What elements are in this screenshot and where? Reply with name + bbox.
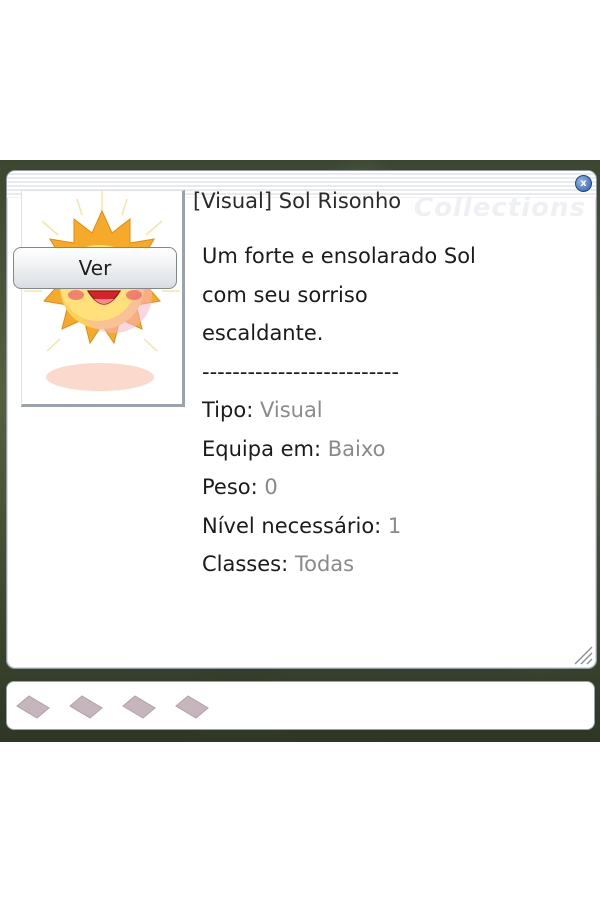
attribute-label: Peso: — [202, 475, 265, 499]
description-line: Um forte e ensolarado Sol — [202, 244, 476, 268]
attribute-label: Equipa em: — [202, 436, 328, 461]
attribute-value: Visual — [259, 398, 323, 422]
card-slot-icon[interactable] — [15, 694, 50, 720]
item-info-window: Collections x [Visual] Sol Risonho Um fo… — [6, 170, 597, 669]
attribute-label: Nível necessário: — [202, 513, 388, 538]
attribute-equip-slot: Equipa em: Baixo — [202, 430, 572, 469]
attribute-label: Tipo: — [202, 398, 260, 422]
card-slots-bar — [6, 681, 595, 730]
attribute-weight: Peso: 0 — [202, 468, 572, 507]
card-slot-icon[interactable] — [68, 694, 103, 720]
attribute-value: Baixo — [327, 436, 386, 461]
close-icon[interactable]: x — [575, 175, 592, 192]
attribute-value: Todas — [294, 552, 355, 576]
description-separator: -------------------------- — [202, 359, 400, 384]
attribute-type: Tipo: Visual — [202, 391, 572, 430]
item-preview-image — [21, 190, 185, 407]
card-slot-icon[interactable] — [174, 694, 209, 720]
attribute-value: 0 — [264, 475, 278, 499]
description-line: escaldante. — [202, 321, 324, 345]
view-button[interactable]: Ver — [13, 247, 177, 289]
description-line: com seu sorriso — [202, 282, 368, 307]
attribute-required-level: Nível necessário: 1 — [202, 507, 572, 546]
attribute-classes: Classes: Todas — [202, 545, 572, 584]
card-slot-icon[interactable] — [121, 694, 156, 720]
item-title: [Visual] Sol Risonho — [193, 189, 402, 213]
attribute-label: Classes: — [202, 552, 295, 576]
attribute-value: 1 — [387, 513, 402, 538]
collections-watermark: Collections — [413, 193, 586, 223]
smiling-sun-icon — [24, 191, 180, 391]
resize-grip-icon[interactable] — [571, 643, 593, 665]
item-description: Um forte e ensolarado Sol com seu sorris… — [202, 237, 572, 584]
